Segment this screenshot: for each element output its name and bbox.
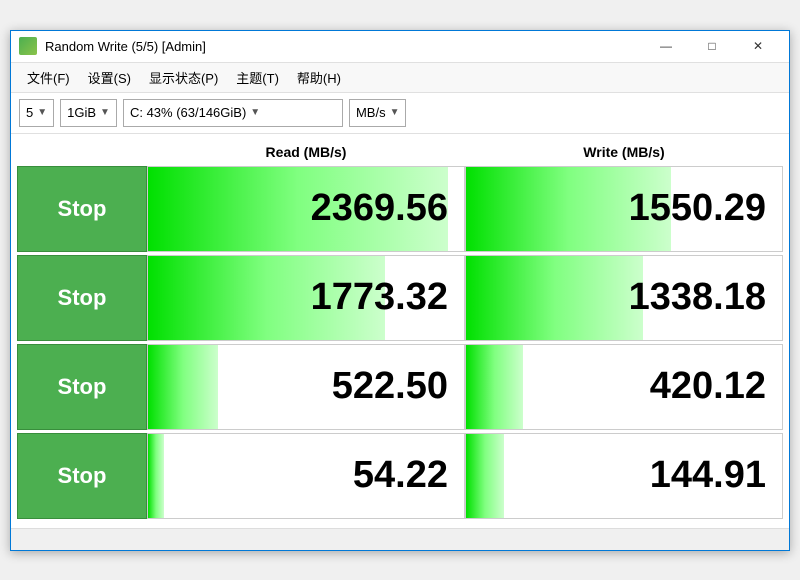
toolbar: 5 ▼ 1GiB ▼ C: 43% (63/146GiB) ▼ MB/s ▼	[11, 93, 789, 134]
menu-settings[interactable]: 设置(S)	[80, 65, 139, 90]
data-row-2: Stop 1773.32 1338.18	[17, 255, 783, 341]
unit-arrow: ▼	[390, 107, 400, 118]
write-value-3: 420.12	[465, 344, 783, 430]
menu-bar: 文件(F) 设置(S) 显示状态(P) 主题(T) 帮助(H)	[11, 63, 789, 93]
count-arrow: ▼	[37, 107, 47, 118]
title-bar: Random Write (5/5) [Admin] — □ ✕	[11, 31, 789, 63]
data-row-3: Stop 522.50 420.12	[17, 344, 783, 430]
app-icon	[19, 37, 37, 55]
data-row-1: Stop 2369.56 1550.29	[17, 166, 783, 252]
write-value-2: 1338.18	[465, 255, 783, 341]
read-value-1: 2369.56	[147, 166, 465, 252]
read-value-4: 54.22	[147, 433, 465, 519]
drive-arrow: ▼	[250, 107, 260, 118]
count-select[interactable]: 5 ▼	[19, 99, 54, 127]
stop-button-4[interactable]: Stop	[17, 433, 147, 519]
header-col1	[17, 140, 147, 164]
menu-file[interactable]: 文件(F)	[19, 65, 78, 90]
menu-theme[interactable]: 主题(T)	[228, 65, 287, 90]
size-value: 1GiB	[67, 105, 96, 120]
stop-button-1[interactable]: Stop	[17, 166, 147, 252]
minimize-button[interactable]: —	[643, 34, 689, 58]
count-value: 5	[26, 105, 33, 120]
status-bar	[11, 528, 789, 550]
write-value-1: 1550.29	[465, 166, 783, 252]
title-bar-left: Random Write (5/5) [Admin]	[19, 37, 206, 55]
unit-value: MB/s	[356, 105, 386, 120]
window-title: Random Write (5/5) [Admin]	[45, 39, 206, 54]
header-write: Write (MB/s)	[465, 140, 783, 164]
read-value-2: 1773.32	[147, 255, 465, 341]
drive-select[interactable]: C: 43% (63/146GiB) ▼	[123, 99, 343, 127]
title-bar-controls: — □ ✕	[643, 34, 781, 58]
unit-select[interactable]: MB/s ▼	[349, 99, 407, 127]
header-read: Read (MB/s)	[147, 140, 465, 164]
main-window: Random Write (5/5) [Admin] — □ ✕ 文件(F) 设…	[10, 30, 790, 551]
main-content: Read (MB/s) Write (MB/s) Stop 2369.56 15…	[11, 134, 789, 528]
menu-help[interactable]: 帮助(H)	[289, 65, 349, 90]
close-button[interactable]: ✕	[735, 34, 781, 58]
maximize-button[interactable]: □	[689, 34, 735, 58]
drive-value: C: 43% (63/146GiB)	[130, 105, 246, 120]
stop-button-3[interactable]: Stop	[17, 344, 147, 430]
data-row-4: Stop 54.22 144.91	[17, 433, 783, 519]
size-select[interactable]: 1GiB ▼	[60, 99, 117, 127]
write-value-4: 144.91	[465, 433, 783, 519]
menu-display[interactable]: 显示状态(P)	[141, 65, 226, 90]
size-arrow: ▼	[100, 107, 110, 118]
stop-button-2[interactable]: Stop	[17, 255, 147, 341]
read-value-3: 522.50	[147, 344, 465, 430]
header-row: Read (MB/s) Write (MB/s)	[17, 140, 783, 164]
